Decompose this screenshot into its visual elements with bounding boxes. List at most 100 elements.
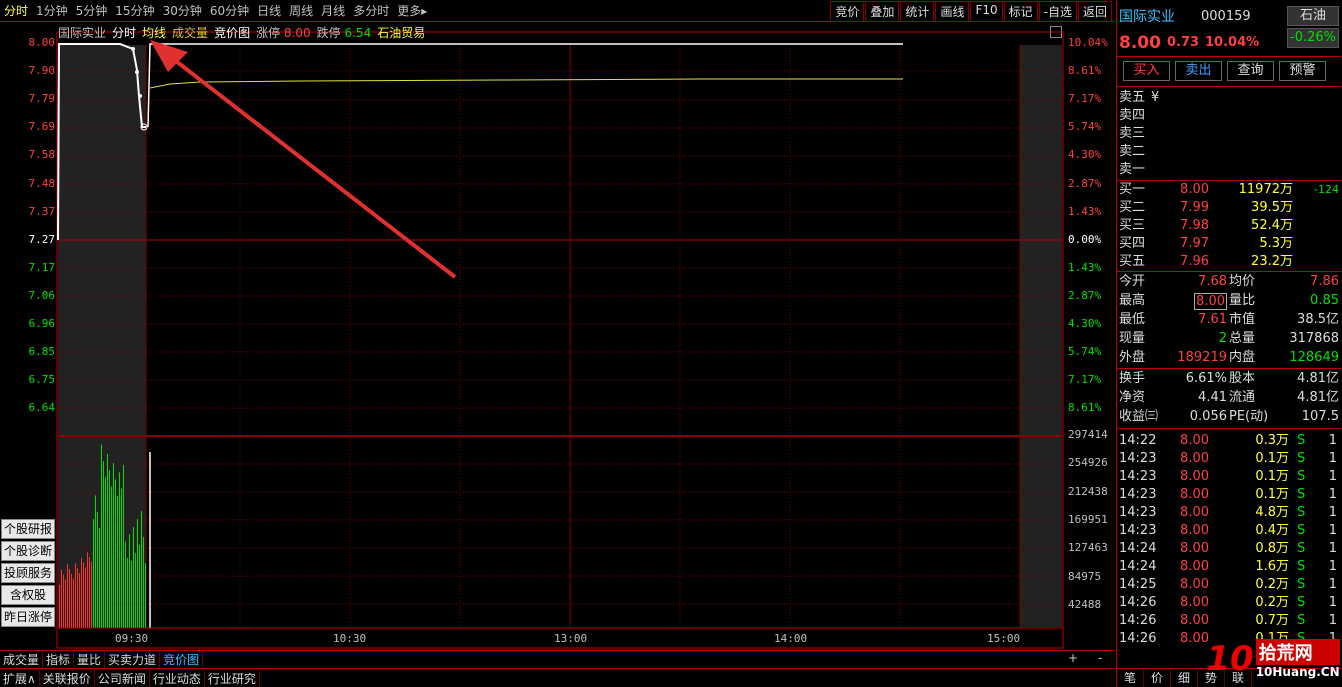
side-button-4[interactable]: 昨日涨停 [1, 607, 55, 627]
info-tab-4[interactable]: 行业研究 [205, 669, 260, 687]
stat-row: 外盘 189219 内盘 128649 [1119, 350, 1339, 365]
trade-button-3[interactable]: 预警 [1279, 61, 1326, 81]
volume-bar [141, 511, 142, 628]
toolbar-button-7[interactable]: 返回 [1077, 1, 1112, 22]
indicator-tab-0[interactable]: 成交量 [0, 651, 44, 668]
maximize-icon[interactable] [1050, 26, 1062, 38]
price-tick: 8.00 [28, 36, 56, 49]
price-change-pct: 10.04% [1205, 35, 1260, 50]
price-tick: 6.96 [28, 317, 56, 330]
bid-row: 买四 7.97 5.3万 [1119, 236, 1293, 251]
period-4[interactable]: 30分钟 [159, 2, 206, 19]
period-7[interactable]: 周线 [285, 2, 317, 19]
volume-tick: 84975 [1068, 569, 1102, 583]
period-5[interactable]: 60分钟 [206, 2, 253, 19]
intraday-chart[interactable] [0, 0, 1114, 687]
trade-button-1[interactable]: 卖出 [1175, 61, 1222, 81]
zoom-in-icon[interactable]: + [1068, 651, 1078, 665]
stat-row: 净资 4.41 流通 4.81亿 [1119, 390, 1339, 405]
avg-price-line [149, 78, 903, 89]
time-tick: 10:30 [333, 632, 367, 645]
tick-row: 14:26 8.00 0.7万 S 1 [1119, 613, 1337, 628]
indicator-tab-2[interactable]: 量比 [74, 651, 106, 668]
volume-bar [137, 519, 138, 628]
avg-line-label: 均线 [142, 26, 167, 40]
toolbar-button-2[interactable]: 统计 [900, 1, 935, 22]
period-10[interactable]: 更多▸ [393, 2, 431, 19]
volume-bar [127, 557, 128, 628]
price-change: 0.73 [1167, 35, 1200, 50]
volume-bar [109, 470, 110, 628]
stat-row: 今开 7.68 均价 7.86 [1119, 274, 1339, 289]
volume-bar [73, 578, 74, 628]
volume-bar [107, 453, 108, 628]
period-1[interactable]: 1分钟 [32, 2, 72, 19]
side-button-2[interactable]: 投顾服务 [1, 563, 55, 583]
volume-bar [79, 573, 80, 628]
period-3[interactable]: 15分钟 [111, 2, 158, 19]
volume-bar [125, 541, 126, 628]
toolbar-button-0[interactable]: 竞价 [830, 1, 865, 22]
info-tab-3[interactable]: 行业动态 [150, 669, 205, 687]
toolbar-button-5[interactable]: 标记 [1003, 1, 1038, 22]
period-2[interactable]: 5分钟 [72, 2, 112, 19]
price-tick: 6.85 [28, 345, 56, 359]
price-tick: 6.75 [28, 373, 56, 387]
side-button-3[interactable]: 含权股 [1, 585, 55, 605]
info-tab-0[interactable]: 扩展∧ [0, 669, 40, 687]
time-tick: 15:00 [987, 632, 1021, 645]
pct-tick: 8.61% [1068, 64, 1102, 78]
zoom-out-icon[interactable]: - [1098, 651, 1102, 665]
sector-badge[interactable]: 石油 [1287, 6, 1339, 26]
volume-bar [101, 444, 102, 628]
indicator-tab-4[interactable]: 竞价图 [160, 651, 204, 668]
trade-button-0[interactable]: 买入 [1123, 61, 1170, 81]
tick-tab-2[interactable]: 细 [1171, 669, 1198, 687]
period-6[interactable]: 日线 [253, 2, 285, 19]
price-tick: 7.58 [28, 148, 56, 162]
pct-tick: 2.87% [1068, 176, 1102, 190]
indicator-tabs: 成交量 指标 量比 买卖力道 竞价图 [0, 650, 1114, 668]
toolbar-button-6[interactable]: -自选 [1038, 1, 1077, 22]
tick-tab-0[interactable]: 笔 [1117, 669, 1144, 687]
stat-row: 最低 7.61 市值 38.5亿 [1119, 312, 1339, 327]
sector-name[interactable]: 石油贸易 [377, 24, 425, 40]
chart-mode[interactable]: 分时 [112, 24, 136, 40]
volume-bar [81, 557, 82, 628]
tick-row: 14:23 8.00 0.1万 S 1 [1119, 469, 1337, 484]
volume-bar [135, 553, 136, 628]
side-button-0[interactable]: 个股研报 [1, 519, 55, 539]
toolbar-button-3[interactable]: 画线 [935, 1, 970, 22]
stat-row: 收益㈢ 0.056 PE(动) 107.5 [1119, 409, 1339, 424]
time-tick: 09:30 [115, 632, 149, 645]
pct-tick: 5.74% [1068, 345, 1102, 359]
price-tick: 7.27 [28, 232, 56, 246]
info-tab-1[interactable]: 关联报价 [40, 669, 95, 687]
stat-row: 现量 2 总量 317868 [1119, 331, 1339, 346]
volume-bar [103, 461, 104, 628]
ask-row: 卖三 [1119, 126, 1146, 141]
price-tick: 7.37 [28, 204, 56, 218]
volume-bar [83, 562, 84, 628]
volume-bar [65, 579, 66, 628]
tick-row: 14:23 8.00 0.1万 S 1 [1119, 487, 1337, 502]
toolbar-button-1[interactable]: 叠加 [865, 1, 900, 22]
side-button-1[interactable]: 个股诊断 [1, 541, 55, 561]
period-9[interactable]: 多分时 [349, 2, 393, 19]
info-tab-2[interactable]: 公司新闻 [95, 669, 150, 687]
indicator-tab-3[interactable]: 买卖力道 [105, 651, 161, 668]
volume-bar [95, 495, 96, 628]
indicator-tab-1[interactable]: 指标 [43, 651, 75, 668]
auction-chart-label: 竞价图 [214, 26, 251, 40]
volume-label: 成交量 [172, 26, 209, 40]
stock-name: 国际实业 [1119, 9, 1175, 25]
period-0[interactable]: 分时 [0, 2, 32, 19]
tick-tab-1[interactable]: 价 [1144, 669, 1171, 687]
stat-row: 最高 8.00 量比 0.85 [1119, 293, 1339, 310]
period-8[interactable]: 月线 [317, 2, 349, 19]
trade-button-2[interactable]: 查询 [1227, 61, 1274, 81]
pct-tick: 1.43% [1068, 260, 1102, 274]
sector-change: -0.26% [1287, 28, 1339, 48]
pct-tick: 1.43% [1068, 204, 1102, 218]
toolbar-button-4[interactable]: F10 [970, 1, 1003, 22]
